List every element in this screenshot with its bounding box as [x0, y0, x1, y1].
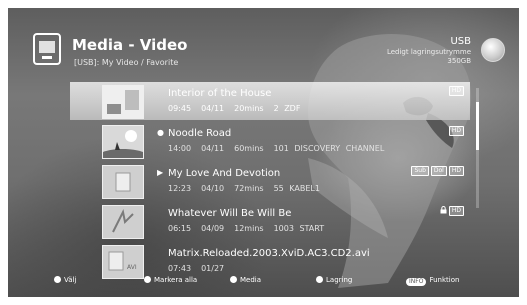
video-time: 14:00 — [168, 144, 192, 153]
video-date: 04/11 — [201, 144, 225, 153]
video-title: Noodle Road — [168, 128, 232, 139]
video-date: 04/11 — [201, 104, 225, 113]
video-thumbnail — [102, 165, 144, 199]
color-key-icon — [230, 276, 237, 283]
video-meta: 12:23 04/10 72mins 55 KABEL1 — [168, 184, 330, 193]
video-list-item-2[interactable]: ▶ My Love And Devotion 12:23 04/10 72mins 5… — [70, 162, 470, 200]
media-video-screen: Media - Video [USB]: My Video / Favorite… — [8, 8, 519, 297]
storage-device-label: USB — [450, 36, 471, 47]
video-date: 04/09 — [201, 224, 225, 233]
hd-badge: HD — [448, 166, 464, 176]
video-title: Whatever Will Be Will Be — [168, 208, 292, 219]
video-channel: 55 KABEL1 — [273, 184, 320, 193]
recording-marker-icon: ● — [157, 128, 164, 137]
video-meta: 09:45 04/11 20mins 2 ZDF — [168, 104, 310, 113]
video-thumbnail — [102, 85, 144, 119]
storage-gauge-icon — [481, 38, 505, 62]
video-title: My Love And Devotion — [168, 168, 281, 179]
video-list-item-3[interactable]: Whatever Will Be Will Be 06:15 04/09 12min… — [70, 202, 470, 240]
footer-media-hint[interactable]: Media — [230, 276, 261, 284]
free-space-value: 350GB — [447, 57, 471, 65]
hd-badge: HD — [448, 206, 464, 216]
video-list-item-1[interactable]: ● Noodle Road 14:00 04/11 60mins 101 DISCOV… — [70, 122, 470, 160]
room-thumbnail-icon — [103, 86, 143, 118]
free-space-label: Ledigt lagringsutrymme — [386, 48, 471, 56]
video-title: Matrix.Reloaded.2003.XviD.AC3.CD2.avi — [168, 248, 370, 259]
footer-select-label: Välj — [64, 276, 77, 284]
video-duration: 72mins — [234, 184, 264, 193]
ok-button-icon — [54, 276, 61, 283]
desert-rider-thumbnail-icon — [103, 126, 143, 158]
video-channel: 1003 START — [273, 224, 325, 233]
breadcrumb: [USB]: My Video / Favorite — [74, 58, 179, 67]
broken-video-thumbnail-icon — [103, 206, 143, 238]
color-key-icon — [144, 276, 151, 283]
video-badges: HD — [438, 206, 464, 216]
video-duration: 60mins — [234, 144, 264, 153]
info-key-icon: INFO — [406, 278, 427, 286]
video-duration: 12mins — [234, 224, 264, 233]
video-file-thumbnail-icon — [103, 166, 143, 198]
color-key-icon — [316, 276, 323, 283]
video-thumbnail — [102, 125, 144, 159]
video-channel: 2 ZDF — [273, 104, 301, 113]
page-title: Media - Video — [72, 36, 188, 54]
hd-badge: HD — [448, 126, 464, 136]
video-time: 12:23 — [168, 184, 192, 193]
footer-select-hint[interactable]: Välj — [54, 276, 76, 284]
video-duration: 20mins — [234, 104, 264, 113]
scrollbar-thumb[interactable] — [476, 102, 479, 150]
lock-icon — [440, 206, 447, 214]
video-thumbnail — [102, 205, 144, 239]
video-folder-icon — [33, 33, 61, 65]
video-date: 04/10 — [201, 184, 225, 193]
play-marker-icon: ▶ — [157, 168, 164, 177]
video-title: Interior of the House — [168, 88, 272, 99]
dolby-badge: Dol — [430, 166, 447, 176]
video-badges: HD — [447, 126, 464, 136]
footer-function-label: Funktion — [429, 276, 460, 284]
footer-storage-hint[interactable]: Lagring — [316, 276, 352, 284]
video-meta: 06:15 04/09 12mins 1003 START — [168, 224, 334, 233]
video-time: 09:45 — [168, 104, 192, 113]
hd-badge: HD — [448, 86, 464, 96]
footer-mark-all-hint[interactable]: Markera alla — [144, 276, 197, 284]
video-meta: 14:00 04/11 60mins 101 DISCOVERY CHANNEL — [168, 144, 394, 153]
footer-function-hint[interactable]: INFO Funktion — [406, 276, 459, 286]
avi-label: AVI — [127, 264, 137, 271]
footer-mark-all-label: Markera alla — [154, 276, 198, 284]
list-scrollbar[interactable] — [476, 88, 479, 208]
video-badges: Sub Dol HD — [409, 166, 464, 176]
video-list: Interior of the House 09:45 04/11 20mins 2 … — [70, 80, 470, 280]
footer-media-label: Media — [240, 276, 262, 284]
video-time: 06:15 — [168, 224, 192, 233]
video-list-item-0[interactable]: Interior of the House 09:45 04/11 20mins 2 … — [70, 82, 470, 120]
footer-hint-bar: Välj Markera alla Media Lagring INFO Funk… — [8, 272, 519, 290]
subtitle-badge: Sub — [411, 166, 429, 176]
video-badges: HD — [447, 86, 464, 96]
video-channel: 101 DISCOVERY CHANNEL — [273, 144, 385, 153]
footer-storage-label: Lagring — [326, 276, 353, 284]
